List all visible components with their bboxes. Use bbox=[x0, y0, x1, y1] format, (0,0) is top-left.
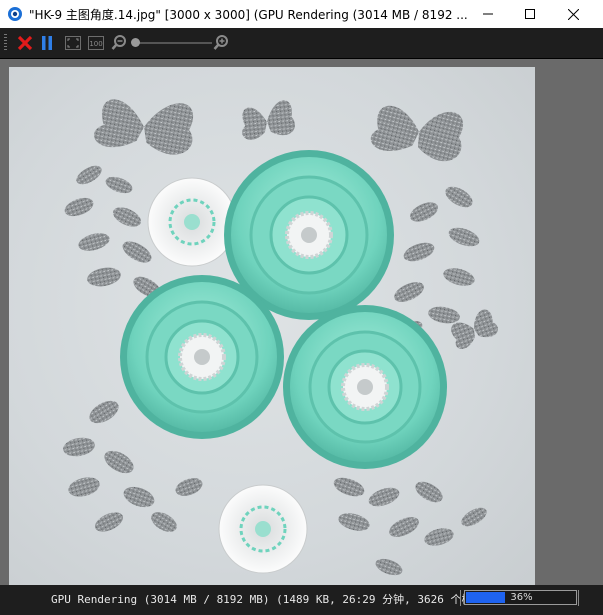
fit-window-button[interactable] bbox=[64, 34, 82, 52]
status-separator-end bbox=[578, 590, 579, 606]
minimize-button[interactable] bbox=[465, 0, 511, 28]
mint-flower-left bbox=[120, 275, 284, 439]
svg-text:100: 100 bbox=[89, 40, 102, 48]
maximize-icon bbox=[525, 9, 535, 19]
zoom-in-button[interactable] bbox=[212, 34, 230, 52]
red-x-icon bbox=[17, 35, 33, 51]
butterfly-middle bbox=[242, 100, 295, 140]
pause-button[interactable] bbox=[38, 34, 56, 52]
app-icon bbox=[8, 7, 22, 21]
pause-icon bbox=[42, 36, 52, 50]
zoom-slider-thumb[interactable] bbox=[131, 38, 140, 47]
status-separator bbox=[460, 590, 461, 606]
white-flower-top bbox=[147, 177, 237, 267]
actual-size-icon: 100 bbox=[88, 36, 104, 50]
butterfly-left bbox=[94, 99, 194, 155]
render-progress-bar: 36% bbox=[464, 590, 577, 605]
status-bar: GPU Rendering (3014 MB / 8192 MB) (1489 … bbox=[0, 585, 603, 615]
paper-flowers-drawing bbox=[63, 99, 498, 576]
zoom-slider-track[interactable] bbox=[134, 42, 212, 44]
toolbar: 100 bbox=[0, 28, 603, 59]
maximize-button[interactable] bbox=[507, 0, 553, 28]
zoom-out-button[interactable] bbox=[110, 34, 128, 52]
leaves-bottom-right bbox=[333, 477, 487, 576]
butterfly-right bbox=[370, 105, 464, 162]
zoom-in-icon bbox=[213, 35, 228, 50]
white-flower-bottom bbox=[218, 484, 308, 574]
zoom-out-icon bbox=[111, 35, 126, 50]
paper-flowers-image bbox=[9, 67, 535, 593]
actual-size-button[interactable]: 100 bbox=[87, 34, 105, 52]
close-icon bbox=[567, 8, 579, 20]
render-viewer-window: "HK-9 主图角度.14.jpg" [3000 x 3000] (GPU Re… bbox=[0, 0, 603, 615]
mint-flower-right bbox=[283, 305, 447, 469]
stop-button[interactable] bbox=[16, 34, 34, 52]
fit-screen-icon bbox=[65, 36, 81, 50]
minimize-icon bbox=[483, 13, 493, 15]
close-button[interactable] bbox=[550, 0, 596, 28]
title-bar[interactable]: "HK-9 主图角度.14.jpg" [3000 x 3000] (GPU Re… bbox=[0, 0, 603, 28]
status-text: GPU Rendering (3014 MB / 8192 MB) (1489 … bbox=[51, 593, 491, 606]
render-progress-label: 36% bbox=[510, 592, 533, 603]
window-title: "HK-9 主图角度.14.jpg" [3000 x 3000] (GPU Re… bbox=[29, 8, 468, 22]
render-canvas[interactable] bbox=[0, 59, 603, 593]
toolbar-grip[interactable] bbox=[4, 34, 7, 52]
